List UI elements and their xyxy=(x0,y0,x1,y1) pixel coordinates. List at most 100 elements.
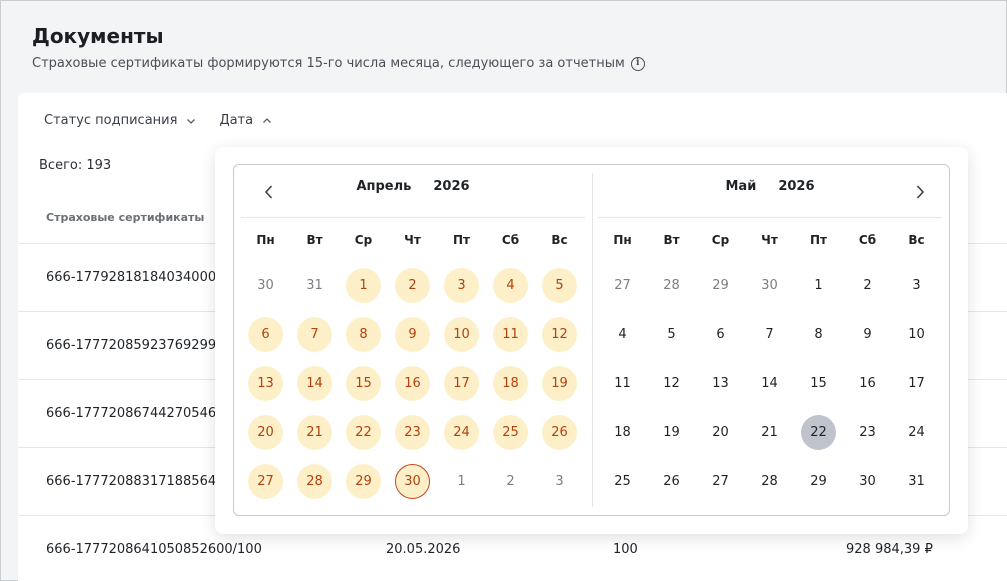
day-cell[interactable]: 4 xyxy=(486,261,535,310)
day-cell[interactable]: 19 xyxy=(647,408,696,457)
day-number: 21 xyxy=(297,415,332,450)
day-cell[interactable]: 17 xyxy=(437,359,486,408)
day-number: 30 xyxy=(395,464,430,499)
day-number: 20 xyxy=(712,425,729,440)
total-count: Всего: 193 xyxy=(39,158,112,173)
day-cell[interactable]: 3 xyxy=(892,261,941,310)
day-cell: 27 xyxy=(598,261,647,310)
day-cell[interactable]: 14 xyxy=(745,359,794,408)
day-cell[interactable]: 23 xyxy=(388,408,437,457)
day-cell[interactable]: 20 xyxy=(241,408,290,457)
day-cell[interactable]: 1 xyxy=(794,261,843,310)
day-cell[interactable]: 6 xyxy=(241,310,290,359)
chevron-up-icon xyxy=(263,117,272,123)
day-number: 22 xyxy=(801,415,836,450)
day-cell[interactable]: 2 xyxy=(388,261,437,310)
day-cell[interactable]: 24 xyxy=(892,408,941,457)
day-number: 30 xyxy=(761,278,778,293)
day-grid: 30 31 1 2 3 4 5 6 7 8 9 10 11 12 13 14 15 16 17 18 19 20 21 22 2… xyxy=(241,261,585,506)
month-year: 2026 xyxy=(778,179,815,194)
filters-bar: Статус подписания Дата xyxy=(44,113,273,128)
chevron-right-icon[interactable] xyxy=(912,182,928,202)
day-cell[interactable]: 22 xyxy=(339,408,388,457)
day-cell[interactable]: 12 xyxy=(535,310,584,359)
day-cell[interactable]: 1 xyxy=(339,261,388,310)
day-number: 20 xyxy=(248,415,283,450)
day-cell[interactable]: 12 xyxy=(647,359,696,408)
day-number: 17 xyxy=(908,376,925,391)
day-number: 10 xyxy=(908,327,925,342)
day-number: 2 xyxy=(506,474,515,489)
day-cell[interactable]: 9 xyxy=(388,310,437,359)
week-row: 25 26 27 28 29 30 31 xyxy=(598,457,942,506)
day-cell[interactable]: 26 xyxy=(535,408,584,457)
day-cell[interactable]: 11 xyxy=(486,310,535,359)
day-cell[interactable]: 26 xyxy=(647,457,696,506)
day-cell[interactable]: 28 xyxy=(745,457,794,506)
day-cell[interactable]: 25 xyxy=(486,408,535,457)
day-cell[interactable]: 17 xyxy=(892,359,941,408)
day-cell[interactable]: 18 xyxy=(486,359,535,408)
day-cell[interactable]: 10 xyxy=(892,310,941,359)
day-number: 7 xyxy=(297,317,332,352)
filter-date[interactable]: Дата xyxy=(219,113,273,128)
day-cell[interactable]: 10 xyxy=(437,310,486,359)
week-row: 18 19 20 21 22 23 24 xyxy=(598,408,942,457)
day-cell[interactable]: 15 xyxy=(339,359,388,408)
day-cell[interactable]: 16 xyxy=(843,359,892,408)
day-cell[interactable]: 8 xyxy=(339,310,388,359)
day-cell[interactable]: 29 xyxy=(794,457,843,506)
day-cell[interactable]: 7 xyxy=(745,310,794,359)
month-divider xyxy=(598,217,942,218)
date-range-calendar: Апрель 2026 Пн Вт Ср Чт Пт Сб Вс 30 31 1 2 3 4 5 6 7 8 9… xyxy=(233,164,950,516)
day-cell[interactable]: 30 xyxy=(843,457,892,506)
day-cell[interactable]: 4 xyxy=(598,310,647,359)
day-number: 12 xyxy=(542,317,577,352)
day-cell[interactable]: 27 xyxy=(241,457,290,506)
page-subtitle: Страховые сертификаты формируются 15-го … xyxy=(32,56,645,71)
day-cell-today[interactable]: 22 xyxy=(794,408,843,457)
page-title: Документы xyxy=(32,24,164,48)
day-cell[interactable]: 25 xyxy=(598,457,647,506)
day-number: 24 xyxy=(908,425,925,440)
day-cell[interactable]: 27 xyxy=(696,457,745,506)
info-icon[interactable]: i xyxy=(630,56,645,71)
day-number: 23 xyxy=(859,425,876,440)
day-cell[interactable]: 6 xyxy=(696,310,745,359)
day-cell-selected[interactable]: 30 xyxy=(388,457,437,506)
day-cell[interactable]: 21 xyxy=(745,408,794,457)
day-cell[interactable]: 5 xyxy=(647,310,696,359)
months-divider xyxy=(592,173,593,507)
day-cell[interactable]: 31 xyxy=(892,457,941,506)
day-cell[interactable]: 16 xyxy=(388,359,437,408)
day-cell[interactable]: 23 xyxy=(843,408,892,457)
day-cell[interactable]: 8 xyxy=(794,310,843,359)
week-row: 13 14 15 16 17 18 19 xyxy=(241,359,585,408)
day-number: 5 xyxy=(667,327,676,342)
day-cell[interactable]: 19 xyxy=(535,359,584,408)
day-cell[interactable]: 11 xyxy=(598,359,647,408)
day-cell[interactable]: 21 xyxy=(290,408,339,457)
day-number: 14 xyxy=(761,376,778,391)
day-cell[interactable]: 7 xyxy=(290,310,339,359)
day-cell[interactable]: 3 xyxy=(437,261,486,310)
day-cell[interactable]: 29 xyxy=(339,457,388,506)
day-cell[interactable]: 2 xyxy=(843,261,892,310)
day-cell[interactable]: 13 xyxy=(241,359,290,408)
day-number: 19 xyxy=(663,425,680,440)
day-cell: 2 xyxy=(486,457,535,506)
day-cell[interactable]: 20 xyxy=(696,408,745,457)
day-cell[interactable]: 13 xyxy=(696,359,745,408)
day-cell[interactable]: 15 xyxy=(794,359,843,408)
day-cell[interactable]: 24 xyxy=(437,408,486,457)
filter-signing-status[interactable]: Статус подписания xyxy=(44,113,197,128)
day-cell[interactable]: 14 xyxy=(290,359,339,408)
day-cell[interactable]: 18 xyxy=(598,408,647,457)
day-cell: 29 xyxy=(696,261,745,310)
day-cell[interactable]: 28 xyxy=(290,457,339,506)
day-number: 19 xyxy=(542,366,577,401)
day-number: 8 xyxy=(814,327,823,342)
weekday-label: Вс xyxy=(551,233,568,247)
day-cell[interactable]: 5 xyxy=(535,261,584,310)
day-cell[interactable]: 9 xyxy=(843,310,892,359)
